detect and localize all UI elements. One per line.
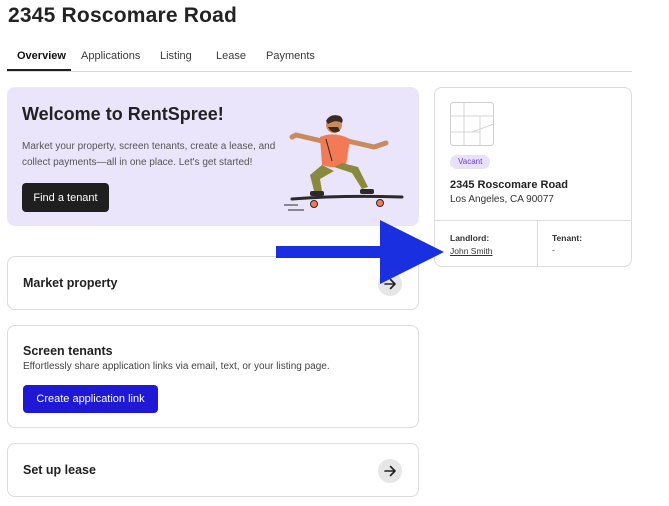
tenant-value: - bbox=[552, 245, 555, 255]
screen-tenants-card: Screen tenants Effortlessly share applic… bbox=[7, 325, 419, 428]
property-city: Los Angeles, CA 90077 bbox=[450, 194, 554, 205]
set-up-lease-card[interactable]: Set up lease bbox=[7, 443, 419, 497]
welcome-banner: Welcome to RentSpree! Market your proper… bbox=[7, 87, 419, 226]
divider bbox=[435, 220, 631, 221]
landlord-name-link[interactable]: John Smith bbox=[450, 246, 493, 256]
tab-overview[interactable]: Overview bbox=[17, 50, 66, 62]
tab-lease[interactable]: Lease bbox=[216, 50, 246, 62]
divider bbox=[537, 221, 538, 267]
tenant-label: Tenant: bbox=[552, 233, 583, 243]
active-tab-indicator bbox=[7, 69, 71, 71]
landlord-label: Landlord: bbox=[450, 233, 490, 243]
welcome-text: Market your property, screen tenants, cr… bbox=[22, 141, 276, 168]
tab-bar: Overview Applications Listing Lease Paym… bbox=[7, 42, 632, 72]
arrow-right-icon bbox=[384, 465, 396, 477]
page-title: 2345 Roscomare Road bbox=[8, 4, 238, 27]
property-street: 2345 Roscomare Road bbox=[450, 179, 568, 191]
skateboarder-illustration bbox=[284, 115, 404, 211]
property-summary-card: Vacant 2345 Roscomare Road Los Angeles, … bbox=[434, 87, 632, 267]
tab-payments[interactable]: Payments bbox=[266, 50, 315, 62]
annotation-arrow-icon bbox=[276, 220, 444, 284]
create-application-link-button[interactable]: Create application link bbox=[23, 385, 158, 413]
tab-listing[interactable]: Listing bbox=[160, 50, 192, 62]
welcome-title: Welcome to RentSpree! bbox=[22, 104, 224, 124]
set-up-lease-title: Set up lease bbox=[23, 463, 96, 477]
market-property-title: Market property bbox=[23, 276, 118, 290]
set-up-lease-arrow-button[interactable] bbox=[378, 459, 402, 483]
status-badge: Vacant bbox=[450, 155, 491, 169]
screen-tenants-title: Screen tenants bbox=[23, 344, 113, 358]
screen-tenants-subtitle: Effortlessly share application links via… bbox=[23, 361, 330, 372]
find-tenant-button[interactable]: Find a tenant bbox=[22, 183, 109, 212]
tab-applications[interactable]: Applications bbox=[81, 50, 140, 62]
property-map-icon bbox=[450, 102, 494, 146]
